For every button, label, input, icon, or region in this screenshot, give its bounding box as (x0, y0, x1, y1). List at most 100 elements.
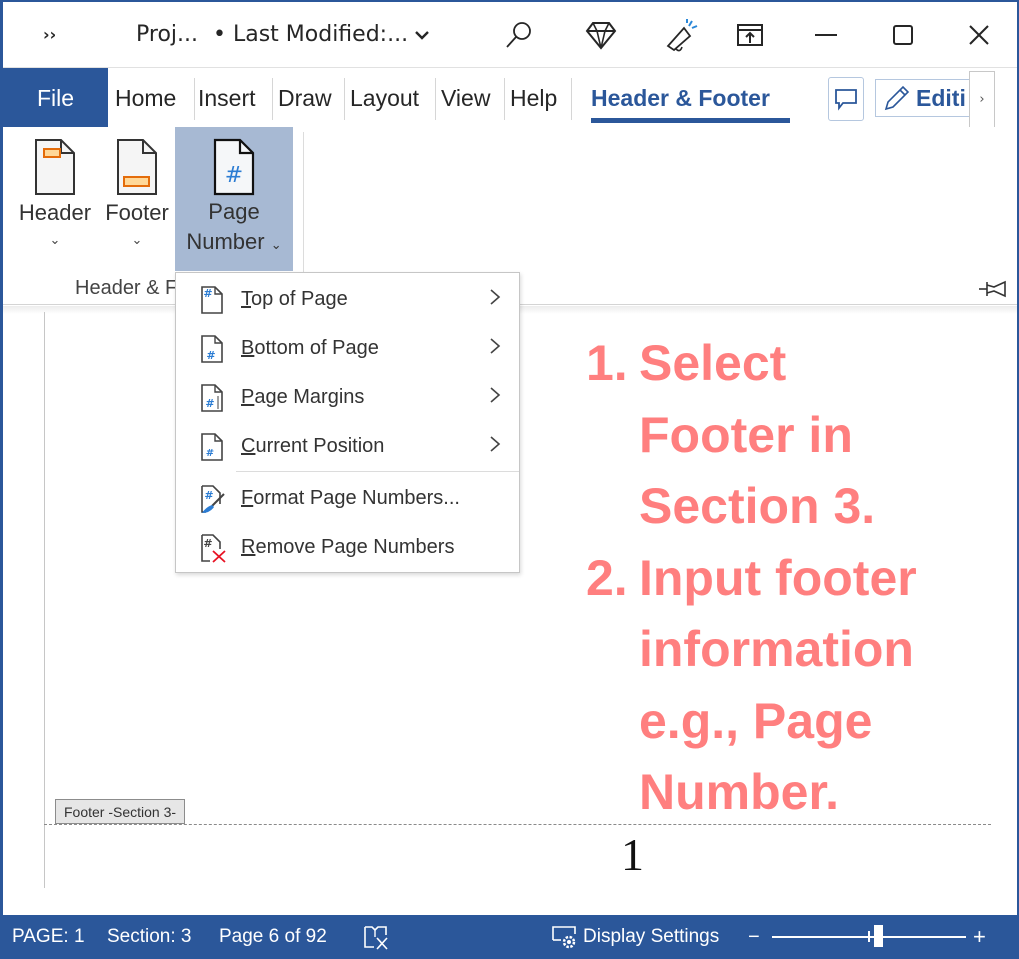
status-page-count[interactable]: Page 6 of 92 (219, 915, 327, 959)
svg-text:#: # (203, 537, 212, 550)
tab-separator (194, 78, 195, 120)
ribbon-tabs: File Home Insert Draw Layout View Help H… (3, 67, 1017, 128)
page-number-icon: # (213, 138, 255, 196)
submenu-chevron-right-icon (489, 337, 501, 360)
menu-item-label: Remove Page Numbers (241, 536, 455, 558)
comments-button[interactable] (828, 77, 864, 121)
page-number-chevron-down-icon: ⌄ (270, 237, 282, 252)
svg-text:#: # (206, 349, 215, 362)
editing-label: Editi (916, 84, 966, 111)
menu-item-page-margins[interactable]: # Page Margins (176, 373, 519, 422)
menu-item-label: Top of Page (241, 288, 348, 310)
tab-insert[interactable]: Insert (198, 68, 256, 128)
svg-text:#: # (204, 489, 213, 502)
submenu-chevron-right-icon (489, 435, 501, 458)
header-button[interactable]: Header ⌄ (15, 127, 95, 253)
megaphone-icon[interactable] (661, 2, 701, 67)
search-icon[interactable] (499, 2, 539, 67)
proofing-book-icon[interactable] (362, 915, 390, 959)
menu-item-format-page-numbers[interactable]: # Format Page Numbers... (176, 474, 519, 523)
zoom-slider-thumb[interactable] (874, 925, 884, 947)
footer-page-number[interactable]: 1 (621, 828, 644, 881)
close-icon[interactable] (959, 2, 999, 67)
pin-ribbon-icon[interactable] (978, 279, 1008, 303)
footer-icon (117, 139, 157, 195)
submenu-chevron-right-icon (489, 386, 501, 409)
footer-button[interactable]: Footer ⌄ (99, 127, 175, 253)
tab-separator (571, 78, 572, 120)
tab-file[interactable]: File (3, 68, 108, 128)
minimize-icon[interactable] (806, 2, 846, 67)
display-settings-button[interactable]: Display Settings (551, 915, 719, 959)
footer-label: Footer (105, 200, 169, 225)
document-title[interactable]: Proj... (136, 2, 198, 67)
svg-text:#: # (225, 163, 243, 188)
display-settings-label: Display Settings (583, 926, 720, 947)
ribbon-display-options-icon[interactable] (730, 2, 770, 67)
page-margins-icon: # (201, 384, 223, 412)
bottom-of-page-icon: # (201, 335, 223, 363)
tab-draw[interactable]: Draw (278, 68, 332, 128)
menu-item-current-position[interactable]: # Current Position (176, 422, 519, 471)
editing-mode-button[interactable]: Editi (875, 79, 975, 117)
menu-item-top-of-page[interactable]: # Top of Page (176, 275, 519, 324)
tab-view[interactable]: View (441, 68, 490, 128)
annotation-line: Number. (639, 764, 840, 820)
diamond-icon[interactable] (581, 2, 621, 67)
menu-item-label: Current Position (241, 435, 385, 457)
status-section[interactable]: Section: 3 (107, 915, 192, 959)
tab-help[interactable]: Help (510, 68, 557, 128)
ribbon-scroll-right-button[interactable]: › (969, 71, 995, 128)
menu-item-bottom-of-page[interactable]: # Bottom of Page (176, 324, 519, 373)
page-number-label-line1: Page (208, 199, 260, 224)
footer-section-tag: Footer -Section 3- (55, 799, 186, 824)
instruction-annotation: 1. Select Footer in Section 3. 2. Input fo… (586, 328, 917, 829)
tab-separator (272, 78, 273, 120)
menu-item-label: Format Page Numbers... (241, 487, 460, 509)
submenu-chevron-right-icon (489, 288, 501, 311)
maximize-icon[interactable] (883, 2, 923, 67)
page-number-button[interactable]: # Page Number ⌄ (175, 127, 293, 271)
footer-chevron-down-icon: ⌄ (131, 233, 143, 248)
zoom-in-button[interactable]: + (973, 915, 986, 959)
svg-text:#: # (205, 397, 214, 410)
menu-item-label: Page Margins (241, 386, 365, 408)
pencil-icon (884, 85, 910, 111)
display-settings-icon (552, 926, 576, 949)
header-label: Header (18, 200, 92, 225)
footer-boundary-line (44, 824, 991, 825)
remove-page-numbers-icon: # (201, 534, 226, 563)
annotation-line: 2. Input footer (586, 549, 917, 606)
tab-separator (504, 78, 505, 120)
top-of-page-icon: # (201, 286, 223, 314)
current-position-icon: # (201, 433, 223, 461)
status-page[interactable]: PAGE: 1 (12, 915, 85, 959)
annotation-line: Footer in (639, 406, 853, 463)
group-separator (303, 132, 304, 272)
zoom-out-button[interactable]: − (748, 915, 760, 959)
menu-item-label: Bottom of Page (241, 337, 379, 359)
menu-separator (236, 471, 519, 472)
page-number-label-line2: Number ⌄ (186, 229, 282, 254)
tab-home[interactable]: Home (115, 68, 176, 128)
zoom-slider-100-tick (868, 931, 870, 942)
last-modified-label[interactable]: • Last Modified:... (213, 2, 408, 67)
annotation-line: Section 3. (639, 478, 876, 534)
group-label-header-footer: Header & F (75, 277, 178, 299)
tab-layout[interactable]: Layout (350, 68, 419, 128)
annotation-line: 1. Select (586, 335, 787, 391)
quick-access-more-button[interactable]: ›› (43, 2, 56, 67)
menu-item-remove-page-numbers[interactable]: # Remove Page Numbers (176, 523, 519, 572)
page-margin-line (44, 312, 45, 888)
tab-separator (435, 78, 436, 120)
format-page-numbers-icon: # (201, 485, 225, 513)
page-number-menu: # Top of Page # Bottom of Page # Page Ma… (175, 272, 520, 573)
comment-icon (835, 89, 857, 111)
title-chevron-down-icon[interactable] (413, 2, 431, 67)
tab-separator (344, 78, 345, 120)
active-tab-indicator (591, 118, 790, 123)
header-chevron-down-icon: ⌄ (49, 233, 61, 248)
title-bar: ›› Proj... • Last Modified:... (3, 2, 1017, 67)
annotation-line: e.g., Page (639, 692, 873, 749)
header-icon (35, 139, 75, 195)
